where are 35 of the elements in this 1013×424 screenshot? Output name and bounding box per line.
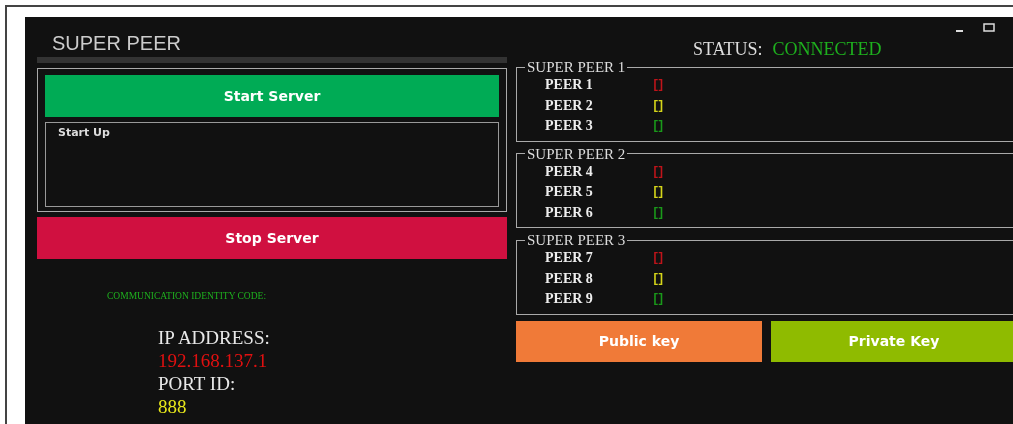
peer-name: PEER 1	[545, 77, 594, 94]
ip-label: IP ADDRESS:	[158, 326, 271, 349]
peer-name: PEER 6	[545, 204, 594, 221]
group-title: SUPER PEER 3	[526, 232, 627, 248]
status-value: CONNECTED	[772, 39, 882, 59]
peer-status-mark: []	[652, 119, 663, 134]
peer-name: PEER 8	[545, 270, 594, 287]
group-title: SUPER PEER 1	[526, 59, 627, 75]
peer-name: PEER 2	[545, 97, 594, 114]
peer-status-mark: []	[652, 271, 663, 286]
identity-heading: COMMUNICATION IDENTITY CODE:	[107, 291, 268, 301]
peer-status-mark: []	[652, 98, 663, 113]
group-title: SUPER PEER 2	[526, 145, 627, 162]
peer-name: PEER 7	[545, 250, 594, 267]
peer-status-mark: []	[652, 292, 663, 307]
maximize-icon[interactable]	[983, 23, 995, 33]
peer-name: PEER 9	[545, 291, 594, 308]
peer-status-mark: []	[652, 164, 663, 179]
port-label: PORT ID:	[158, 372, 237, 395]
ip-value: 192.168.137.1	[158, 349, 269, 372]
status-label: STATUS:	[693, 39, 763, 59]
peer-name: PEER 4	[545, 163, 594, 180]
stop-server-button[interactable]: Stop Server	[37, 217, 507, 259]
peer-status-mark: []	[652, 78, 663, 93]
peer-name: PEER 3	[545, 118, 594, 135]
public-key-button[interactable]: Public key	[516, 320, 762, 362]
start-server-button[interactable]: Start Server	[45, 75, 499, 117]
peer-status-mark: []	[652, 205, 663, 220]
port-value: 888	[158, 395, 188, 418]
peer-status-mark: []	[652, 251, 663, 266]
peer-name: PEER 5	[545, 184, 594, 201]
private-key-button[interactable]: Private Key	[771, 320, 1013, 362]
peer-status-mark: []	[652, 185, 663, 200]
log-area[interactable]: Start Up	[45, 122, 499, 207]
app-title: SUPER PEER	[52, 32, 182, 54]
